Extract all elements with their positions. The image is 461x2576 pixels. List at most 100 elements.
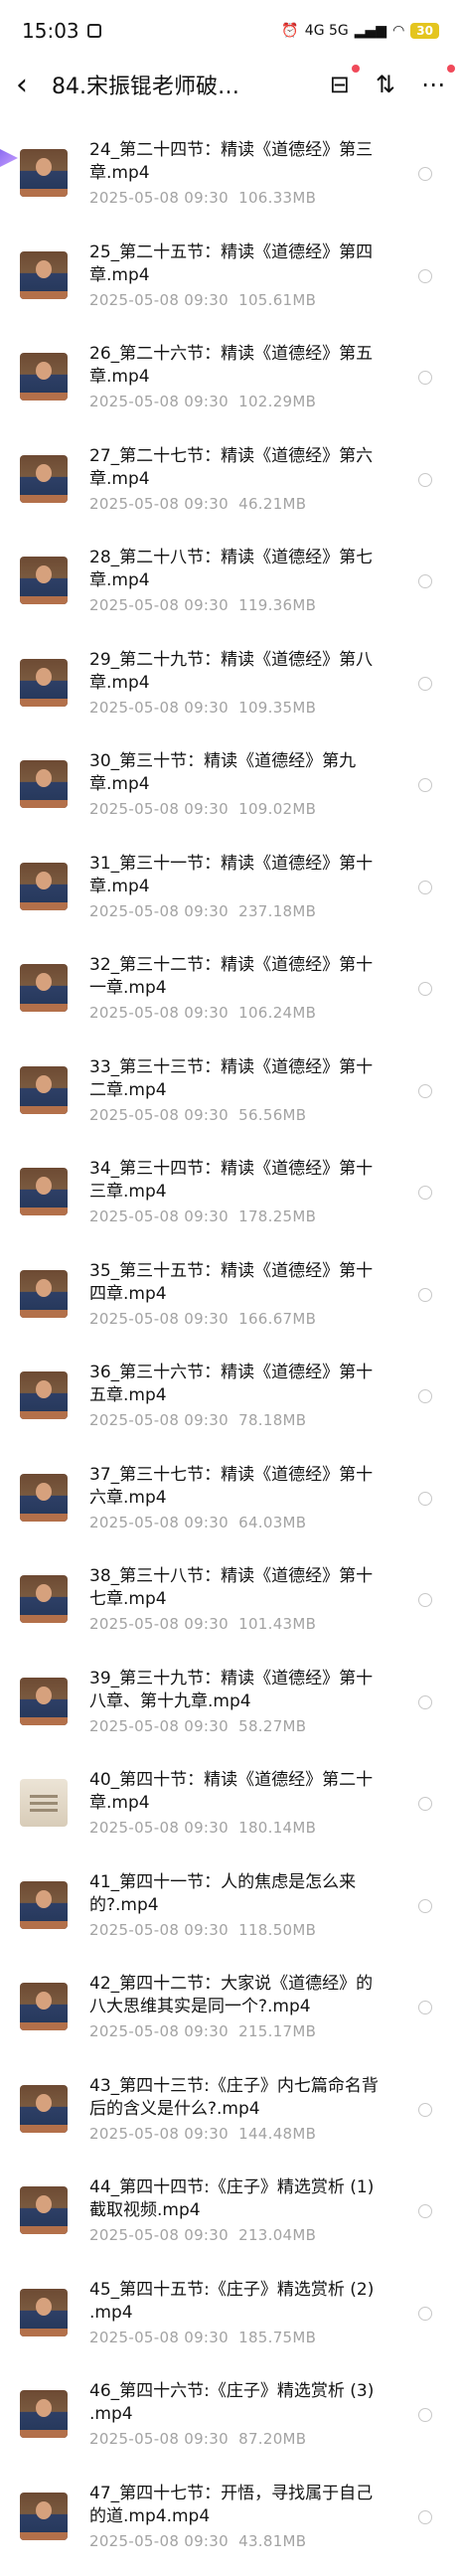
select-checkbox[interactable] bbox=[418, 2510, 432, 2524]
select-checkbox[interactable] bbox=[418, 1695, 432, 1709]
list-item[interactable]: 29_第二十九节：精读《道德经》第八章.mp4 2025-05-08 09:30 … bbox=[0, 641, 461, 743]
file-size: 180.14MB bbox=[238, 1819, 316, 1837]
select-checkbox[interactable] bbox=[418, 881, 432, 894]
select-checkbox[interactable] bbox=[418, 371, 432, 385]
select-checkbox[interactable] bbox=[418, 2408, 432, 2422]
select-checkbox[interactable] bbox=[418, 778, 432, 792]
select-checkbox[interactable] bbox=[418, 1593, 432, 1607]
select-checkbox[interactable] bbox=[418, 1084, 432, 1098]
video-thumbnail bbox=[20, 1779, 68, 1827]
select-checkbox[interactable] bbox=[418, 1389, 432, 1403]
select-checkbox[interactable] bbox=[418, 473, 432, 487]
select-checkbox[interactable] bbox=[418, 1186, 432, 1200]
file-name: 25_第二十五节：精读《道德经》第四章.mp4 bbox=[89, 242, 387, 287]
list-item[interactable]: 33_第三十三节：精读《道德经》第十二章.mp42025-05-08 09:30… bbox=[0, 1048, 461, 1151]
meta-gap bbox=[229, 495, 238, 513]
sort-icon[interactable]: ⇅ bbox=[376, 71, 395, 98]
select-checkbox[interactable] bbox=[418, 1288, 432, 1302]
select-checkbox[interactable] bbox=[418, 2204, 432, 2218]
file-meta: 2025-05-08 09:30 109.35MB bbox=[89, 699, 316, 717]
list-item[interactable]: 43_第四十三节:《庄子》内七篇命名背后的含义是什么?.mp42025-05-0… bbox=[0, 2067, 461, 2170]
select-checkbox[interactable] bbox=[418, 1797, 432, 1811]
file-name: 39_第三十九节：精读《道德经》第十八章、第十九章.mp4 bbox=[89, 1668, 387, 1713]
file-meta: 2025-05-08 09:30 215.17MB bbox=[89, 2022, 316, 2040]
file-date: 2025-05-08 09:30 bbox=[89, 189, 229, 207]
list-item[interactable]: 32_第三十二节：精读《道德经》第十一章.mp4 2025-05-08 09:30… bbox=[0, 946, 461, 1048]
video-thumbnail bbox=[20, 149, 68, 197]
list-item[interactable]: 47_第四十七节：开悟，寻找属于自己的道.mp4.mp42025-05-08 0… bbox=[0, 2475, 461, 2576]
select-checkbox[interactable] bbox=[418, 677, 432, 691]
select-checkbox[interactable] bbox=[418, 2001, 432, 2014]
file-size: 46.21MB bbox=[238, 495, 306, 513]
list-item[interactable]: 38_第三十八节：精读《道德经》第十七章.mp42025-05-08 09:30… bbox=[0, 1557, 461, 1660]
file-size: 215.17MB bbox=[238, 2022, 316, 2040]
header-actions: ⊟ ⇅ ⋯ bbox=[330, 71, 445, 98]
list-item[interactable]: 40_第四十节：精读《道德经》第二十章.mp42025-05-08 09:30 … bbox=[0, 1761, 461, 1863]
list-item[interactable]: 28_第二十八节：精读《道德经》第七章.mp42025-05-08 09:30 … bbox=[0, 539, 461, 641]
inbox-icon[interactable]: ⊟ bbox=[330, 71, 350, 98]
status-right: ⏰ 4G 5G ▂▄▆ ◠ 30 bbox=[281, 23, 439, 39]
list-item[interactable]: 42_第四十二节：大家说《道德经》的八大思维其实是同一个?.mp4 2025-05… bbox=[0, 1965, 461, 2067]
more-icon[interactable]: ⋯ bbox=[421, 71, 445, 98]
select-checkbox[interactable] bbox=[418, 1492, 432, 1506]
list-item[interactable]: 34_第三十四节：精读《道德经》第十三章.mp42025-05-08 09:30… bbox=[0, 1150, 461, 1252]
file-size: 119.36MB bbox=[238, 596, 316, 614]
video-thumbnail bbox=[20, 557, 68, 604]
back-icon[interactable]: ‹ bbox=[16, 68, 52, 102]
list-item[interactable]: 26_第二十六节：精读《道德经》第五章.mp42025-05-08 09:30 … bbox=[0, 335, 461, 437]
video-thumbnail bbox=[20, 1371, 68, 1419]
alarm-icon: ⏰ bbox=[281, 23, 298, 39]
notification-icon bbox=[87, 24, 101, 38]
video-thumbnail bbox=[20, 1575, 68, 1623]
file-date: 2025-05-08 09:30 bbox=[89, 2226, 229, 2244]
list-item[interactable]: 31_第三十一节：精读《道德经》第十章.mp42025-05-08 09:30 … bbox=[0, 845, 461, 947]
file-date: 2025-05-08 09:30 bbox=[89, 1208, 229, 1225]
file-meta: 2025-05-08 09:30 213.04MB bbox=[89, 2226, 316, 2244]
file-date: 2025-05-08 09:30 bbox=[89, 1411, 229, 1429]
meta-gap bbox=[229, 1004, 238, 1022]
video-thumbnail bbox=[20, 2186, 68, 2234]
meta-gap bbox=[229, 1615, 238, 1633]
battery-indicator: 30 bbox=[410, 23, 439, 39]
file-name: 30_第三十节：精读《道德经》第九章.mp4 bbox=[89, 750, 387, 796]
file-name: 42_第四十二节：大家说《道德经》的八大思维其实是同一个?.mp4 bbox=[89, 1973, 387, 2018]
file-meta: 2025-05-08 09:30 106.24MB bbox=[89, 1004, 316, 1022]
video-thumbnail bbox=[20, 2289, 68, 2336]
meta-gap bbox=[229, 2022, 238, 2040]
file-size: 64.03MB bbox=[238, 1514, 306, 1531]
file-name: 44_第四十四节:《庄子》精选赏析 (1) 截取视频.mp4 bbox=[89, 2176, 387, 2222]
list-item[interactable]: 35_第三十五节：精读《道德经》第十四章.mp42025-05-08 09:30… bbox=[0, 1252, 461, 1355]
file-date: 2025-05-08 09:30 bbox=[89, 291, 229, 309]
file-meta: 2025-05-08 09:30 46.21MB bbox=[89, 495, 306, 513]
list-item[interactable]: 41_第四十一节：人的焦虑是怎么来的?.mp42025-05-08 09:30 … bbox=[0, 1863, 461, 1966]
select-checkbox[interactable] bbox=[418, 269, 432, 283]
meta-gap bbox=[229, 1411, 238, 1429]
file-date: 2025-05-08 09:30 bbox=[89, 1004, 229, 1022]
file-meta: 2025-05-08 09:30 78.18MB bbox=[89, 1411, 306, 1429]
select-checkbox[interactable] bbox=[418, 1899, 432, 1913]
list-item[interactable]: 25_第二十五节：精读《道德经》第四章.mp42025-05-08 09:30 … bbox=[0, 234, 461, 336]
file-date: 2025-05-08 09:30 bbox=[89, 699, 229, 717]
select-checkbox[interactable] bbox=[418, 982, 432, 996]
file-name: 32_第三十二节：精读《道德经》第十一章.mp4 bbox=[89, 954, 387, 1000]
list-item[interactable]: 46_第四十六节:《庄子》精选赏析 (3) .mp42025-05-08 09:… bbox=[0, 2372, 461, 2475]
list-item[interactable]: 24_第二十四节：精读《道德经》第三章.mp42025-05-08 09:30 … bbox=[0, 131, 461, 234]
file-name: 29_第二十九节：精读《道德经》第八章.mp4 bbox=[89, 649, 387, 695]
list-item[interactable]: 36_第三十六节：精读《道德经》第十五章.mp42025-05-08 09:30… bbox=[0, 1354, 461, 1456]
select-checkbox[interactable] bbox=[418, 574, 432, 588]
select-checkbox[interactable] bbox=[418, 2307, 432, 2321]
file-date: 2025-05-08 09:30 bbox=[89, 596, 229, 614]
video-thumbnail bbox=[20, 1474, 68, 1522]
select-checkbox[interactable] bbox=[418, 167, 432, 181]
file-meta: 2025-05-08 09:30 56.56MB bbox=[89, 1106, 306, 1124]
select-checkbox[interactable] bbox=[418, 2103, 432, 2117]
list-item[interactable]: 27_第二十七节：精读《道德经》第六章.mp42025-05-08 09:30 … bbox=[0, 437, 461, 540]
list-item[interactable]: 37_第三十七节：精读《道德经》第十六章.mp42025-05-08 09:30… bbox=[0, 1456, 461, 1558]
list-item[interactable]: 45_第四十五节:《庄子》精选赏析 (2) .mp42025-05-08 09:… bbox=[0, 2271, 461, 2373]
meta-gap bbox=[229, 1310, 238, 1328]
list-item[interactable]: 30_第三十节：精读《道德经》第九章.mp42025-05-08 09:30 1… bbox=[0, 742, 461, 845]
list-item[interactable]: 39_第三十九节：精读《道德经》第十八章、第十九章.mp42025-05-08 … bbox=[0, 1660, 461, 1762]
meta-gap bbox=[229, 1208, 238, 1225]
list-item[interactable]: 44_第四十四节:《庄子》精选赏析 (1) 截取视频.mp4 2025-05-08… bbox=[0, 2169, 461, 2271]
file-date: 2025-05-08 09:30 bbox=[89, 1106, 229, 1124]
